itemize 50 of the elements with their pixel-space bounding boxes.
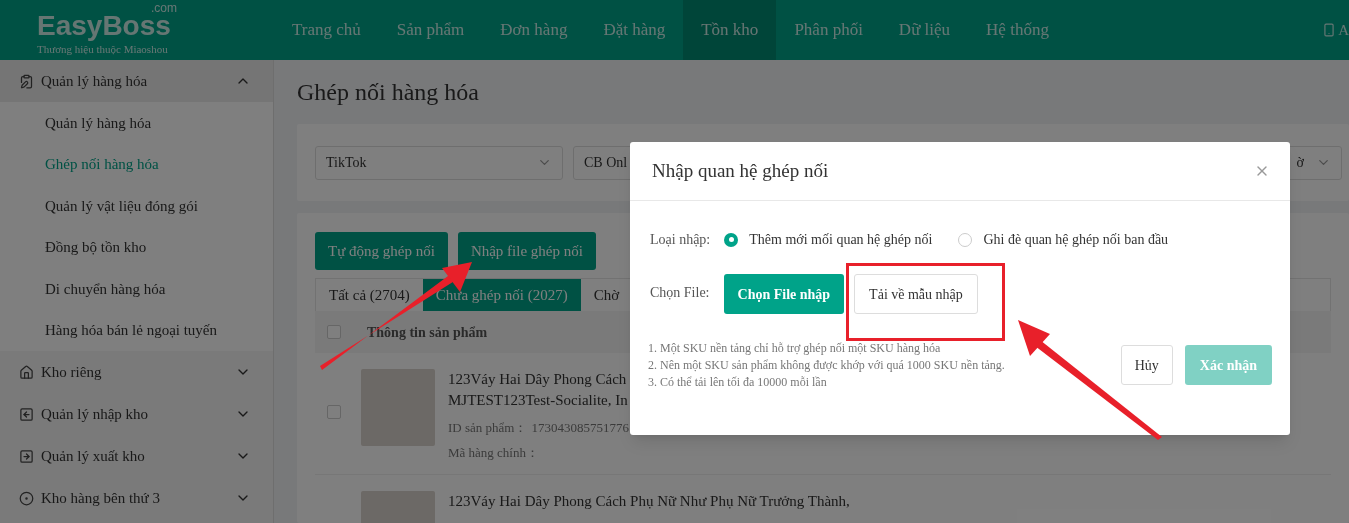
logo-suffix: .com — [151, 2, 177, 13]
choose-file-button[interactable]: Chọn File nhập — [723, 274, 845, 314]
sidebar-group[interactable]: Quản lý hàng hóa — [0, 60, 273, 102]
product-title: MJTEST123Test-Socialite, In — [448, 391, 629, 410]
tab[interactable]: Chờ — [580, 279, 633, 311]
sidebar-item[interactable]: Ghép nối hàng hóa — [0, 143, 273, 185]
sidebar-item[interactable]: Đồng bộ tồn kho — [0, 226, 273, 268]
field-label: ID sản phẩm： — [448, 419, 528, 437]
action-button[interactable]: Tự động ghép nối — [315, 232, 448, 270]
tab[interactable]: Tất cả (2704) — [316, 279, 423, 311]
sidebar-group[interactable]: Quản lý xuất kho — [0, 435, 273, 477]
note-text: 3. Có thể tải lên tối đa 10000 mỗi lần — [648, 374, 828, 391]
cancel-button[interactable]: Hủy — [1120, 345, 1173, 385]
action-button[interactable]: Nhập file ghép nối — [457, 232, 596, 270]
sidebar-group[interactable]: Kho riêng — [0, 351, 273, 393]
note-text: 1. Một SKU nền tảng chỉ hỗ trợ ghép nối một SKU hàng hóa — [648, 340, 942, 357]
radio-option[interactable]: Thêm mới mối quan hệ ghép nối — [724, 229, 933, 250]
radio-button[interactable] — [724, 232, 739, 247]
dialog-title: Nhập quan hệ ghép nối — [652, 158, 830, 183]
checkbox[interactable] — [327, 325, 341, 339]
clipboard-icon — [19, 73, 34, 89]
logo-tagline: Thương hiệu thuộc Miaoshou — [37, 41, 169, 57]
logo: EasyBoss — [37, 12, 171, 39]
column-header: Thông tin sản phẩm — [367, 323, 488, 342]
filter-select[interactable]: TikTok — [315, 145, 563, 180]
sidebar-item[interactable]: Quản lý vật liệu đóng gói — [0, 185, 273, 227]
download-template-button[interactable]: Tải về mẫu nhập — [854, 274, 978, 314]
checkbox[interactable] — [327, 405, 341, 419]
page-title: Ghép nối hàng hóa — [297, 78, 480, 107]
note-text: 2. Nên một SKU sản phẩm không được khớp với quá 1000 SKU nền tảng. — [648, 357, 1006, 374]
sidebar-group[interactable]: Quản lý nhập kho — [0, 393, 273, 435]
sidebar-group[interactable]: Kho hàng bên thứ 3 — [0, 477, 273, 519]
field-label: Mã hàng chính： — [448, 444, 540, 462]
circle-icon — [19, 490, 34, 506]
radio-option[interactable]: Ghi đè quan hệ ghép nối ban đầu — [958, 229, 1169, 250]
confirm-button: Xác nhận — [1184, 345, 1272, 385]
product-title: 123Váy Hai Dây Phong Cách — [448, 370, 628, 389]
product-id: 173043085751776 — [531, 419, 629, 437]
arrow-left-icon — [19, 406, 34, 422]
sidebar-item[interactable]: Di chuyển hàng hóa — [0, 268, 273, 310]
house-icon — [19, 364, 34, 380]
product-title: 123Váy Hai Dây Phong Cách Phụ Nữ Như Phụ Nữ Trưởng Thành, — [448, 492, 850, 511]
field-label: Loại nhập: — [650, 231, 711, 249]
field-label: Chọn File: — [650, 284, 710, 302]
phone-icon — [1322, 23, 1337, 37]
sidebar-item[interactable]: Hàng hóa bán lẻ ngoại tuyến — [0, 309, 273, 351]
tab[interactable]: Chưa ghép nối (2027) — [422, 279, 581, 311]
arrow-right-icon — [19, 448, 34, 464]
sidebar-item[interactable]: Quản lý hàng hóa — [0, 102, 273, 144]
nav-tab[interactable]: Tồn kho — [683, 0, 777, 60]
